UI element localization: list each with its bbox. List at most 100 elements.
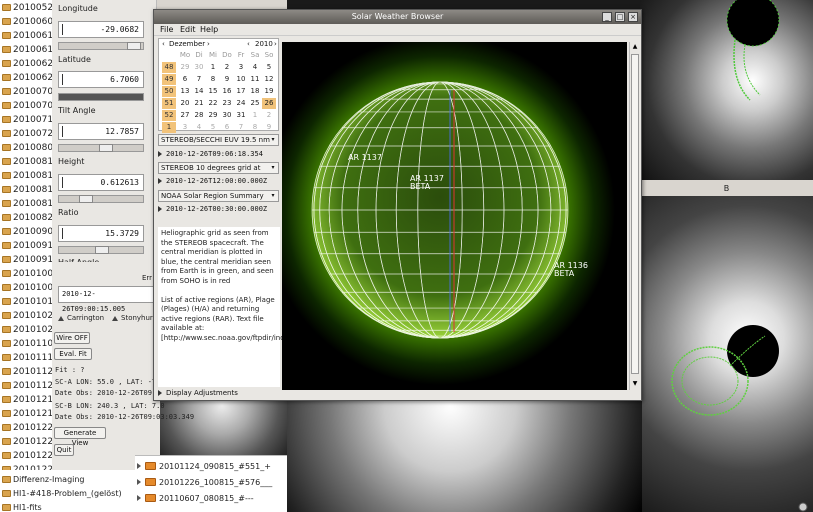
calendar-day[interactable]: 1 — [248, 110, 262, 121]
time1-expander[interactable]: 2010-12-26T09:06:18.354 — [158, 150, 263, 158]
prev-month-icon[interactable]: ‹ — [162, 40, 165, 48]
scroll-thumb[interactable] — [631, 54, 639, 374]
calendar-day[interactable]: 16 — [220, 86, 234, 97]
tilt-input[interactable]: 12.7857 — [58, 123, 144, 140]
longitude-slider[interactable] — [58, 42, 144, 50]
close-icon[interactable]: × — [628, 12, 638, 22]
calendar-day[interactable]: 9 — [220, 74, 234, 85]
file-list-item[interactable]: 20100805 — [2, 141, 59, 154]
file-list-item[interactable]: 20100618 — [2, 43, 59, 56]
vertical-scrollbar[interactable]: ▲ ▼ — [629, 42, 640, 390]
file-list-item[interactable]: 20101005 — [2, 267, 59, 280]
calendar-day[interactable]: 30 — [192, 62, 206, 73]
calendar-day[interactable]: 27 — [178, 110, 192, 121]
calendar-day[interactable]: 20 — [178, 98, 192, 109]
source3-select[interactable]: NOAA Solar Region Summary ▾ — [158, 190, 279, 202]
calendar-day[interactable]: 2 — [262, 110, 276, 121]
sun-image-view[interactable]: AR 1137 AR 1137 BETA AR 1136 BETA — [282, 42, 627, 390]
calendar-day[interactable]: 31 — [234, 110, 248, 121]
file-list-item[interactable]: 20100701 — [2, 85, 59, 98]
calendar-day[interactable]: 10 — [234, 74, 248, 85]
eval-fit-button[interactable]: Eval. Fit — [54, 348, 92, 360]
file-list-item[interactable]: 20100903 — [2, 225, 59, 238]
calendar-day[interactable]: 11 — [248, 74, 262, 85]
folder-item[interactable]: HI1-fits — [2, 500, 42, 512]
file-list-item[interactable]: 20100611 — [2, 29, 59, 42]
carrington-radio[interactable]: Carrington — [58, 314, 104, 322]
wire-off-button[interactable]: Wire OFF — [54, 332, 90, 344]
longitude-input[interactable]: -29.0682 — [58, 21, 144, 38]
height-slider[interactable] — [58, 195, 144, 203]
tree-item[interactable]: 20101226_100815_#576___ — [137, 475, 272, 489]
file-list-item[interactable]: 20100826 — [2, 211, 59, 224]
generate-view-button[interactable]: Generate View — [54, 427, 106, 447]
file-list-item[interactable]: 20100602 — [2, 15, 59, 28]
calendar-day[interactable]: 22 — [206, 98, 220, 109]
file-list-item[interactable]: 20101218 — [2, 407, 59, 420]
latitude-input[interactable]: 6.7060 — [58, 71, 144, 88]
next-year-icon[interactable]: › — [274, 40, 277, 48]
calendar-day[interactable]: 24 — [234, 98, 248, 109]
calendar-day[interactable]: 5 — [206, 122, 220, 133]
file-list-item[interactable]: 20101124 — [2, 365, 59, 378]
source1-select[interactable]: STEREOB/SECCHI EUV 19.5 nm ▾ — [158, 134, 279, 146]
file-list-item[interactable]: 20100813 — [2, 169, 59, 182]
file-list-item[interactable]: 20100625 — [2, 57, 59, 70]
calendar-day[interactable]: 7 — [192, 74, 206, 85]
maximize-icon[interactable]: □ — [615, 12, 625, 22]
calendar-day[interactable]: 1 — [206, 62, 220, 73]
file-list-item[interactable]: 20100708 — [2, 99, 59, 112]
tree-item[interactable]: 20101124_090815_#551_+ — [137, 459, 271, 473]
calendar-day[interactable]: 8 — [206, 74, 220, 85]
file-list-item[interactable]: 20100628 — [2, 71, 59, 84]
calendar-day[interactable]: 29 — [178, 62, 192, 73]
file-list-item[interactable]: 20100727 — [2, 127, 59, 140]
prev-year-icon[interactable]: ‹ — [247, 40, 250, 48]
next-month-icon[interactable]: › — [207, 40, 210, 48]
calendar-day[interactable]: 6 — [178, 74, 192, 85]
calendar-day[interactable]: 15 — [206, 86, 220, 97]
calendar-day[interactable]: 3 — [178, 122, 192, 133]
file-list-item[interactable]: 20101011 — [2, 295, 59, 308]
file-list-item[interactable]: 20100910 — [2, 239, 59, 252]
calendar-day[interactable]: 6 — [220, 122, 234, 133]
file-list-item[interactable]: 20100710 — [2, 113, 59, 126]
file-list-item[interactable]: 20100811 — [2, 155, 59, 168]
calendar-day[interactable]: 7 — [234, 122, 248, 133]
file-list-item[interactable]: 20100919 — [2, 253, 59, 266]
file-list-item[interactable]: 20101020 — [2, 309, 59, 322]
folder-item[interactable]: Differenz-Imaging — [2, 472, 85, 486]
file-list-item[interactable]: 20101101 — [2, 337, 59, 350]
calendar-day[interactable]: 26 — [262, 98, 276, 109]
file-list-item[interactable]: 20100527 — [2, 1, 59, 14]
calendar-day[interactable]: 2 — [220, 62, 234, 73]
scroll-down-icon[interactable]: ▼ — [631, 380, 639, 388]
folder-item[interactable]: HI1-#418-Problem_(gelöst) — [2, 486, 122, 500]
calendar-day[interactable]: 19 — [262, 86, 276, 97]
menu-edit[interactable]: Edit — [180, 25, 196, 34]
file-list-item[interactable]: 20101117 — [2, 351, 59, 364]
date-input[interactable]: 2010-12-26T09:00:15.005 — [58, 286, 154, 313]
calendar-day[interactable]: 5 — [262, 62, 276, 73]
window-titlebar[interactable]: Solar Weather Browser _ □ × — [154, 10, 641, 24]
file-list-item[interactable]: 20101009 — [2, 281, 59, 294]
quit-button[interactable]: Quit — [54, 444, 74, 456]
source2-select[interactable]: STEREOB 10 degrees grid at ▾ — [158, 162, 279, 174]
calendar-day[interactable]: 12 — [262, 74, 276, 85]
calendar-day[interactable]: 29 — [206, 110, 220, 121]
file-list-item[interactable]: 20101226 — [2, 449, 59, 462]
calendar-day[interactable]: 23 — [220, 98, 234, 109]
menu-help[interactable]: Help — [200, 25, 218, 34]
file-list-item[interactable]: 20100815 — [2, 183, 59, 196]
calendar-day[interactable]: 4 — [248, 62, 262, 73]
calendar-day[interactable]: 28 — [192, 110, 206, 121]
time3-expander[interactable]: 2010-12-26T00:30:00.000Z — [158, 205, 267, 213]
height-input[interactable]: 0.612613 — [58, 174, 144, 191]
file-list-item[interactable]: 20101129 — [2, 379, 59, 392]
minimize-icon[interactable]: _ — [602, 12, 612, 22]
file-list-item[interactable]: 20101222 — [2, 421, 59, 434]
ratio-input[interactable]: 15.3729 — [58, 225, 144, 242]
tilt-slider[interactable] — [58, 144, 144, 152]
calendar-day[interactable]: 8 — [248, 122, 262, 133]
tree-item[interactable]: 20110607_080815_#--- — [137, 491, 254, 505]
